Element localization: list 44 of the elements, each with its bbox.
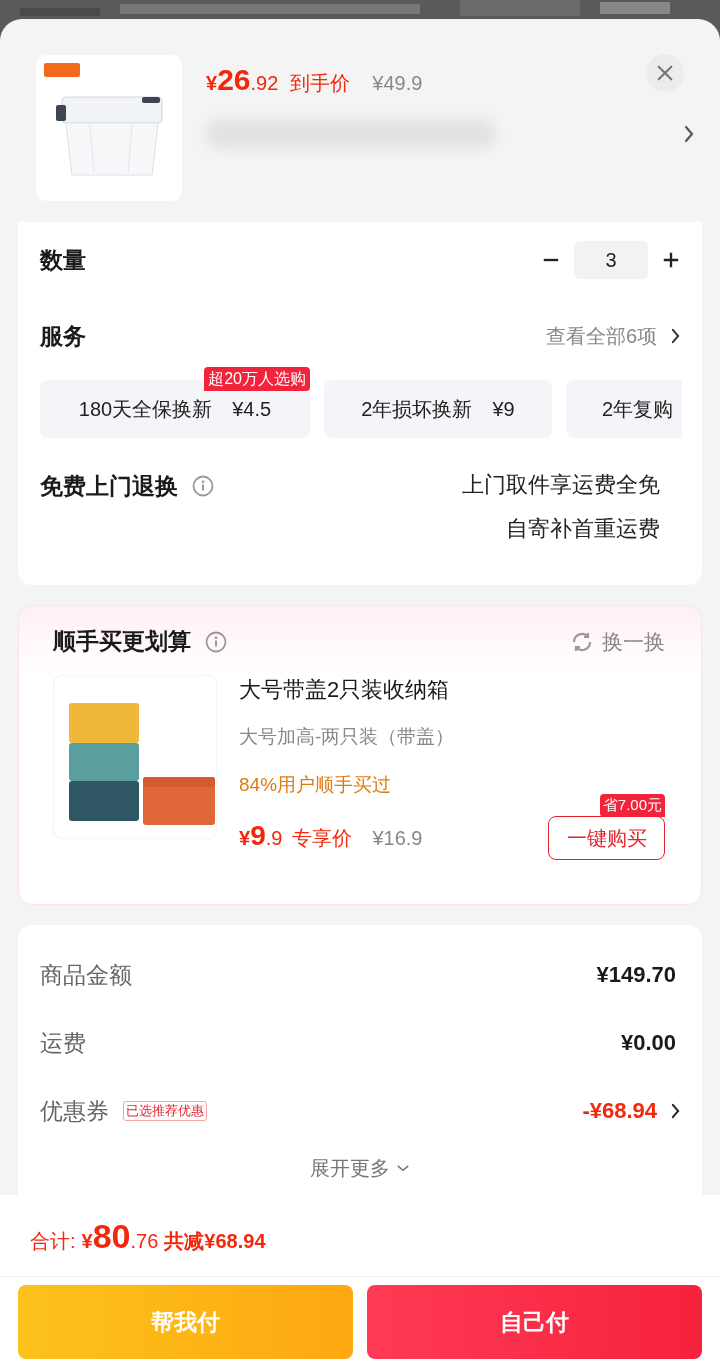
- summary-value: ¥149.70: [596, 962, 676, 988]
- summary-label: 商品金额: [40, 960, 132, 990]
- price-label: 到手价: [290, 71, 351, 96]
- total-label: 合计:: [30, 1229, 76, 1254]
- coupon-tag: 已选推荐优惠: [123, 1101, 207, 1121]
- chevron-right-icon[interactable]: [671, 1103, 680, 1119]
- chevron-right-icon[interactable]: [671, 328, 680, 344]
- summary-label: 运费: [40, 1028, 86, 1058]
- total-savings: 共减¥68.94: [164, 1229, 266, 1254]
- chevron-right-icon[interactable]: [684, 125, 694, 143]
- social-proof-text: 84%用户顺手买过: [239, 773, 393, 797]
- total-price: ¥80.76: [81, 1217, 159, 1256]
- price: ¥26.92: [206, 63, 279, 97]
- service-option[interactable]: 2年复购: [566, 380, 682, 438]
- service-label: 服务: [40, 321, 86, 351]
- summary-value: -¥68.94: [582, 1098, 657, 1124]
- free-return-label: 免费上门退换: [40, 471, 178, 501]
- variant-text: 大号加高-两只装（带盖）: [239, 725, 456, 749]
- service-option[interactable]: 2年损坏换新 ¥9: [324, 380, 552, 438]
- info-icon[interactable]: [205, 630, 227, 653]
- product-name: 大号带盖2只装收纳箱: [239, 676, 451, 704]
- summary-value: ¥0.00: [620, 1030, 676, 1056]
- quantity-field[interactable]: 3: [574, 241, 648, 279]
- return-policy-text: 自寄补首重运费: [506, 515, 660, 543]
- return-policy-text: 上门取件享运费全免: [462, 471, 660, 499]
- original-price: ¥16.9: [372, 826, 423, 850]
- chevron-down-icon[interactable]: [396, 1164, 410, 1173]
- original-price: ¥49.9: [372, 72, 423, 95]
- expand-more-button[interactable]: 展开更多: [310, 1155, 410, 1182]
- savings-badge: 省7.00元: [599, 794, 665, 817]
- close-icon[interactable]: [656, 64, 674, 82]
- quantity-label: 数量: [40, 245, 86, 275]
- buy-now-button[interactable]: 一键购买: [548, 816, 665, 860]
- close-button[interactable]: [646, 54, 684, 92]
- summary-label: 优惠券: [40, 1096, 109, 1126]
- pay-button[interactable]: 自己付: [367, 1285, 702, 1359]
- plus-icon[interactable]: [662, 251, 680, 269]
- price-label: 专享价: [292, 825, 353, 851]
- addon-title: 顺手买更划算: [53, 627, 191, 656]
- refresh-button[interactable]: 换一换: [570, 627, 665, 656]
- popular-badge: 超20万人选购: [204, 367, 310, 391]
- view-all-link[interactable]: 查看全部6项: [545, 322, 657, 350]
- price: ¥9.9: [239, 819, 283, 852]
- info-icon[interactable]: [192, 475, 214, 497]
